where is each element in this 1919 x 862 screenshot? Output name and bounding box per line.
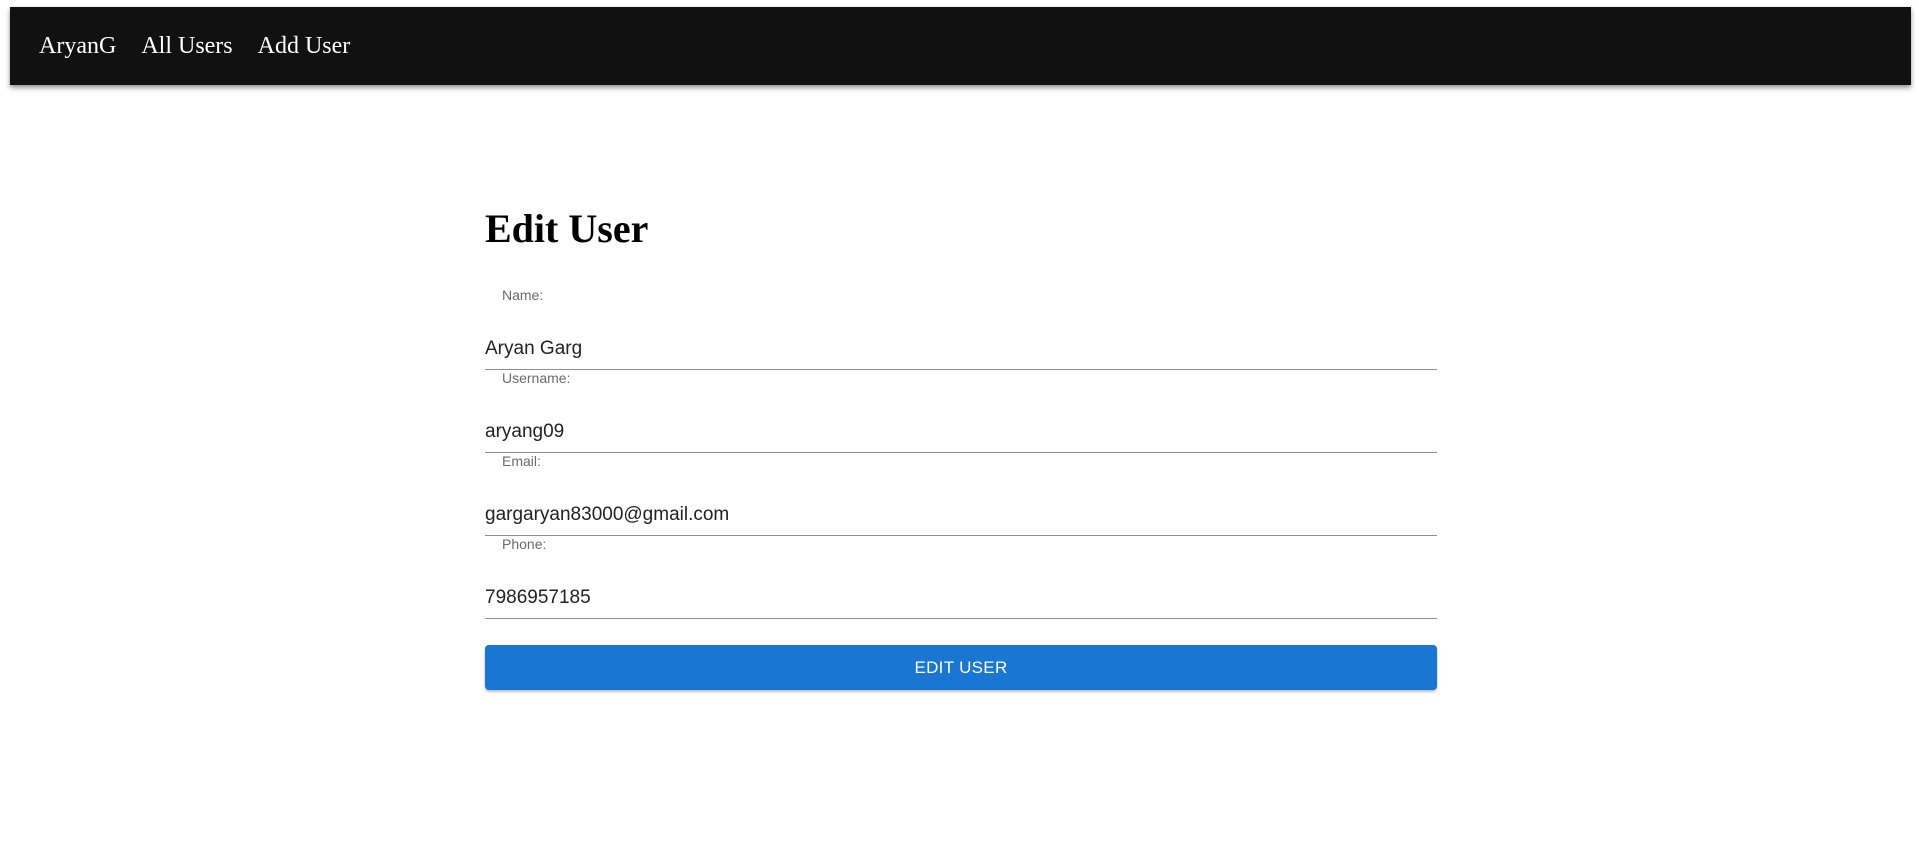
username-label: Username:	[502, 370, 571, 386]
name-input[interactable]	[485, 329, 1437, 369]
edit-user-button[interactable]: EDIT USER	[485, 645, 1437, 690]
nav-add-user-link[interactable]: Add User	[258, 34, 351, 58]
phone-label: Phone:	[502, 536, 547, 552]
email-field: Email:	[485, 453, 1437, 536]
username-input[interactable]	[485, 412, 1437, 452]
email-input[interactable]	[485, 495, 1437, 535]
page-title: Edit User	[485, 206, 649, 251]
nav-brand-link[interactable]: AryanG	[39, 34, 116, 58]
phone-field: Phone:	[485, 536, 1437, 619]
email-label: Email:	[502, 453, 541, 469]
username-field: Username:	[485, 370, 1437, 453]
phone-input[interactable]	[485, 578, 1437, 618]
edit-user-form-container: Edit User Name: Username: Email: Phone: …	[485, 200, 1437, 690]
name-field: Name:	[485, 287, 1437, 370]
name-label: Name:	[502, 287, 544, 303]
top-navbar: AryanG All Users Add User	[10, 7, 1911, 85]
nav-all-users-link[interactable]: All Users	[141, 34, 232, 58]
